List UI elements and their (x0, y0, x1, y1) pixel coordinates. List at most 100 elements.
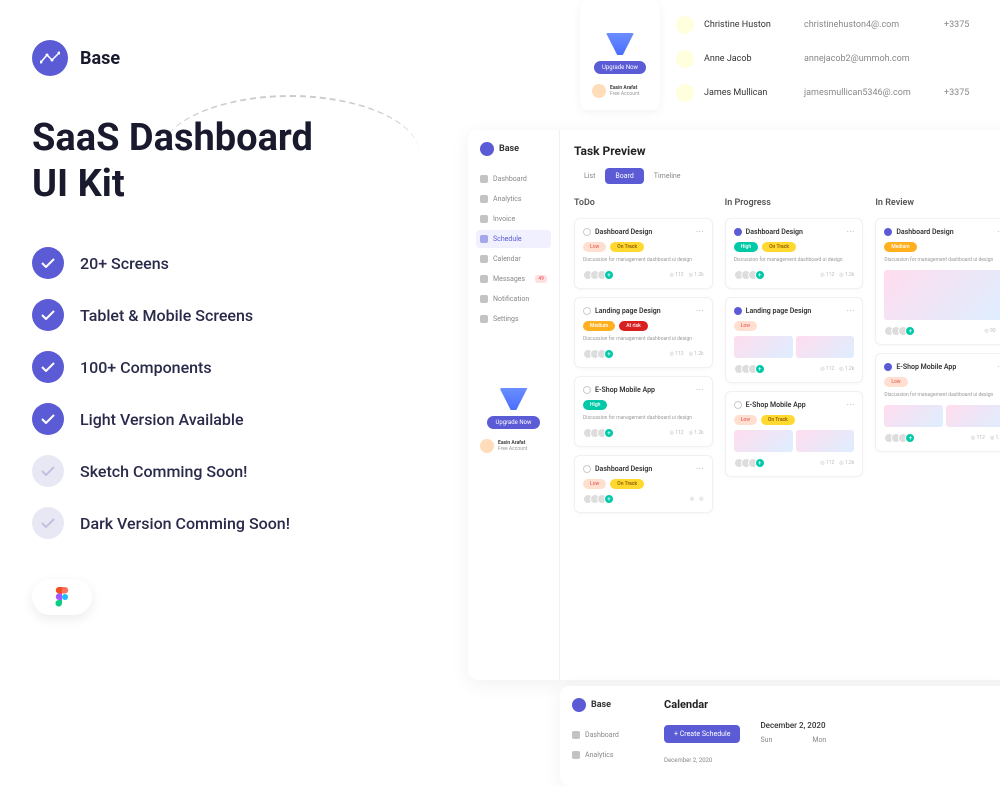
check-icon[interactable] (583, 386, 591, 394)
nav-label: Schedule (493, 235, 522, 243)
more-icon[interactable]: ⋯ (846, 306, 854, 315)
hero-title-line1: SaaS Dashboard (32, 116, 313, 160)
pill-medium: Medium (583, 321, 615, 331)
thumbnail (946, 405, 1000, 427)
avatar (480, 439, 494, 453)
nav-item-notification[interactable]: Notification (476, 290, 551, 308)
user-chip[interactable]: Easin Arafat Free Account (476, 435, 551, 457)
add-icon[interactable]: + (905, 433, 915, 443)
check-icon[interactable] (734, 228, 742, 236)
task-card[interactable]: E-Shop Mobile App⋯LowDiscussion for mana… (875, 353, 1000, 452)
add-icon[interactable]: + (755, 364, 765, 374)
check-icon[interactable] (583, 465, 591, 473)
check-icon[interactable] (884, 228, 892, 236)
task-card[interactable]: Dashboard Design⋯LowOn TrackDiscussion f… (574, 218, 713, 289)
column-title: In Progress (725, 198, 864, 208)
nav-icon (480, 315, 488, 323)
nav-label: Analytics (585, 751, 614, 759)
hero-title: SaaS Dashboard UI Kit (32, 116, 452, 207)
pill-atrisk: At risk (619, 321, 647, 331)
tab-list[interactable]: List (574, 168, 605, 184)
stat: ◎ 1.2k (839, 272, 854, 278)
feature-item: 20+ Screens (32, 247, 452, 279)
stat: ◎ 1.2k (689, 272, 704, 278)
contact-row[interactable]: James Mullicanjamesmullican5346@.com+337… (660, 76, 1000, 110)
stat: ◎ 1.2k (990, 435, 1000, 441)
check-icon (32, 299, 64, 331)
contact-name: Anne Jacob (704, 54, 794, 64)
nav-item-analytics[interactable]: Analytics (568, 746, 642, 764)
nav-item-analytics[interactable]: Analytics (476, 190, 551, 208)
add-icon[interactable]: + (755, 458, 765, 468)
nav-item-schedule[interactable]: Schedule (476, 230, 551, 248)
task-card[interactable]: Landing page Design⋯Low+◎ 112◎ 1.2k (725, 297, 864, 383)
task-card[interactable]: E-Shop Mobile App⋯HighDiscussion for man… (574, 376, 713, 447)
nav-item-settings[interactable]: Settings (476, 310, 551, 328)
stat: ◎ 112 (670, 430, 684, 436)
pill-low: Low (583, 242, 606, 252)
contact-phone: +3375 (944, 88, 969, 98)
stat: ◎ 112 (820, 366, 834, 372)
more-icon[interactable]: ⋯ (696, 464, 704, 473)
card-desc: Discussion for management dashboard ui d… (884, 392, 1000, 399)
more-icon[interactable]: ⋯ (846, 400, 854, 409)
calendar-title: Calendar (664, 698, 996, 711)
avatar (676, 50, 694, 68)
sidebar-mini-preview: Upgrade Now Easin Arafat Free Account (580, 0, 660, 110)
board-sidebar: Base Dashboard Analytics Invoice Schedule Ca… (468, 130, 560, 680)
nav-label: Dashboard (493, 175, 527, 183)
more-icon[interactable]: ⋯ (696, 227, 704, 236)
tab-board[interactable]: Board (605, 168, 643, 184)
pill-high: High (734, 242, 758, 252)
check-icon[interactable] (583, 307, 591, 315)
task-card[interactable]: Dashboard Design⋯HighOn TrackDiscussion … (725, 218, 864, 289)
upgrade-button[interactable]: Upgrade Now (594, 61, 646, 74)
check-icon[interactable] (884, 363, 892, 371)
more-icon[interactable]: ⋯ (696, 385, 704, 394)
tab-timeline[interactable]: Timeline (644, 168, 691, 184)
hero-title-line2: UI Kit (32, 162, 125, 206)
check-icon[interactable] (734, 307, 742, 315)
upgrade-button[interactable]: Upgrade Now (487, 416, 539, 429)
nav-item-messages[interactable]: Messages49 (476, 270, 551, 288)
nav-item-calendar[interactable]: Calendar (476, 250, 551, 268)
stat: ◎ 112 (670, 351, 684, 357)
contact-row[interactable]: Christine Hustonchristinehuston4@.com+33… (660, 8, 1000, 42)
card-title: Dashboard Design (595, 465, 692, 473)
task-card[interactable]: Dashboard Design⋯MediumDiscussion for ma… (875, 218, 1000, 345)
add-icon[interactable]: + (604, 428, 614, 438)
check-icon (32, 403, 64, 435)
create-schedule-button[interactable]: + Create Schedule (664, 725, 740, 743)
nav-item-invoice[interactable]: Invoice (476, 210, 551, 228)
more-icon[interactable]: ⋯ (846, 227, 854, 236)
thumbnail (884, 405, 943, 427)
task-card[interactable]: Landing page Design⋯MediumAt riskDiscuss… (574, 297, 713, 368)
hero-section: Base SaaS Dashboard UI Kit 20+ ScreensTa… (32, 40, 452, 615)
check-icon[interactable] (734, 401, 742, 409)
add-icon[interactable]: + (755, 270, 765, 280)
add-icon[interactable]: + (604, 349, 614, 359)
contact-row[interactable]: Anne Jacobannejacob2@ummoh.com (660, 42, 1000, 76)
task-card[interactable]: Dashboard Design⋯LowOn Track+◎ ◎ (574, 455, 713, 513)
contact-email: christinehuston4@.com (804, 20, 934, 30)
add-icon[interactable]: + (604, 494, 614, 504)
more-icon[interactable]: ⋯ (696, 306, 704, 315)
task-card[interactable]: E-Shop Mobile App⋯LowOn Track+◎ 112◎ 1.2… (725, 391, 864, 477)
add-icon[interactable]: + (905, 326, 915, 336)
nav-item-dashboard[interactable]: Dashboard (476, 170, 551, 188)
nav-label: Notification (493, 295, 529, 303)
user-chip[interactable]: Easin Arafat Free Account (588, 80, 652, 102)
nav-label: Calendar (493, 255, 521, 263)
board-brand: Base (476, 142, 551, 156)
brand-name: Base (80, 48, 120, 69)
feature-item: Dark Version Comming Soon! (32, 507, 452, 539)
add-icon[interactable]: + (604, 270, 614, 280)
contact-name: Christine Huston (704, 20, 794, 30)
card-title: E-Shop Mobile App (746, 401, 843, 409)
nav-badge: 49 (535, 275, 547, 283)
check-icon[interactable] (583, 228, 591, 236)
thumbnail (796, 430, 855, 452)
nav-item-dashboard[interactable]: Dashboard (568, 726, 642, 744)
stat: ◎ 90 (984, 328, 995, 334)
figma-icon (55, 587, 69, 607)
